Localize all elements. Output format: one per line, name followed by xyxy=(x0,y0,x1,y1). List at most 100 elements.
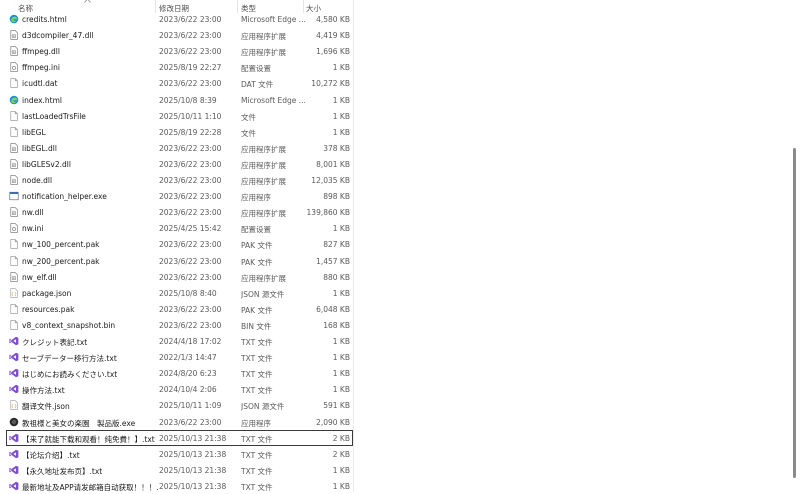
file-row[interactable]: resources.pak 2023/6/22 23:00 PAK 文件 6,048 … xyxy=(6,301,353,317)
dll-icon xyxy=(9,271,19,282)
file-row[interactable]: ffmpeg.ini 2025/8/19 22:27 配置设置 1 KB xyxy=(6,59,353,75)
file-size: 1 KB xyxy=(332,127,350,137)
file-modified-date: 2024/8/20 6:23 xyxy=(159,369,217,379)
file-name: credits.html xyxy=(22,15,67,24)
file-row[interactable]: はじめにお読みください.txt 2024/8/20 6:23 TXT 文件 1 KB xyxy=(6,365,353,381)
ini-icon xyxy=(9,62,19,72)
file-size: 1 KB xyxy=(332,224,350,234)
file-row[interactable]: 教祖様と美女の楽園 製品版.exe 2023/6/22 23:00 应用程序 2,09… xyxy=(6,414,353,430)
file-row[interactable]: v8_context_snapshot.bin 2023/6/22 23:00 BI… xyxy=(6,317,353,333)
file-icon xyxy=(9,304,19,314)
file-name: 最新地址及APP请发邮箱自动获取！！！... xyxy=(22,482,158,492)
file-modified-date: 2025/10/13 21:38 xyxy=(159,465,227,475)
file-modified-date: 2023/6/22 23:00 xyxy=(159,176,222,185)
file-size: 880 KB xyxy=(323,272,350,282)
file-name: icudtl.dat xyxy=(22,79,58,89)
file-size: 1 KB xyxy=(332,111,350,121)
file-modified-date: 2025/10/8 8:39 xyxy=(159,95,217,105)
file-row[interactable]: index.html 2025/10/8 8:39 Microsoft Edge .… xyxy=(6,92,353,108)
file-row[interactable]: セーブデーター移行方法.txt 2022/1/3 14:47 TXT 文件 1 KB xyxy=(6,349,353,365)
vs-icon xyxy=(9,465,19,475)
file-modified-date: 2025/10/8 8:40 xyxy=(159,288,217,298)
file-row[interactable]: nw_100_percent.pak 2023/6/22 23:00 PAK 文件 8… xyxy=(6,236,353,252)
file-size: 1,696 KB xyxy=(316,47,350,57)
file-size: 10,272 KB xyxy=(311,79,350,89)
file-modified-date: 2025/10/13 21:38 xyxy=(159,449,227,459)
file-modified-date: 2025/8/19 22:28 xyxy=(159,127,222,137)
file-modified-date: 2023/6/22 23:00 xyxy=(159,240,222,250)
file-size: 4,580 KB xyxy=(316,15,350,24)
file-modified-date: 2024/4/18 17:02 xyxy=(159,337,222,346)
scrollbar-thumb[interactable] xyxy=(793,148,796,478)
file-size: 1 KB xyxy=(332,63,350,73)
json-icon xyxy=(9,400,19,411)
file-row[interactable]: 【永久地址发布页】.txt 2025/10/13 21:38 TXT 文件 1 KB xyxy=(6,462,353,478)
dll-icon xyxy=(9,143,19,153)
dll-icon xyxy=(9,30,19,40)
file-name: nw_elf.dll xyxy=(22,272,57,282)
file-modified-date: 2022/1/3 14:47 xyxy=(159,353,217,363)
file-size: 168 KB xyxy=(323,320,350,330)
file-name: nw.dll xyxy=(22,208,44,218)
file-size: 1 KB xyxy=(332,337,350,346)
file-size: 1 KB xyxy=(332,481,350,491)
exe-icon xyxy=(9,191,19,201)
file-row[interactable]: 最新地址及APP请发邮箱自动获取！！！... 2025/10/13 21:38 TX… xyxy=(6,478,353,494)
file-row[interactable]: 【论坛介绍】.txt 2025/10/13 21:38 TXT 文件 2 KB xyxy=(6,446,353,462)
file-name: notification_helper.exe xyxy=(22,192,107,202)
file-row[interactable]: package.json 2025/10/8 8:40 JSON 源文件 1 KB xyxy=(6,285,353,301)
file-modified-date: 2023/6/22 23:00 xyxy=(159,208,222,218)
vertical-scrollbar[interactable] xyxy=(790,0,800,492)
file-row[interactable]: icudtl.dat 2023/6/22 23:00 DAT 文件 10,272 KB xyxy=(6,75,353,91)
file-row[interactable]: ffmpeg.dll 2023/6/22 23:00 应用程序扩展 1,696 KB xyxy=(6,43,353,59)
file-size: 827 KB xyxy=(323,240,350,250)
file-row[interactable]: クレジット表記.txt 2024/4/18 17:02 TXT 文件 1 KB xyxy=(6,333,353,349)
file-row[interactable]: 【来了就能下载和观看！纯免費！】.txt 2025/10/13 21:38 TXT … xyxy=(6,429,353,446)
file-row[interactable]: nw.dll 2023/6/22 23:00 应用程序扩展 139,860 KB xyxy=(6,204,353,220)
file-name: libEGL.dll xyxy=(22,143,57,153)
file-row[interactable]: libGLESv2.dll 2023/6/22 23:00 应用程序扩展 8,001 … xyxy=(6,156,353,172)
file-modified-date: 2023/6/22 23:00 xyxy=(159,256,222,266)
file-size: 1 KB xyxy=(332,385,350,395)
file-size: 139,860 KB xyxy=(306,208,350,218)
file-modified-date: 2024/10/4 2:06 xyxy=(159,385,217,395)
file-modified-date: 2023/6/22 23:00 xyxy=(159,304,222,314)
file-size: 1 KB xyxy=(332,369,350,379)
vs-icon xyxy=(9,449,19,459)
file-row[interactable]: libEGL 2025/8/19 22:28 文件 1 KB xyxy=(6,124,353,140)
file-name: 【来了就能下载和观看！纯免費！】.txt xyxy=(22,434,155,444)
file-modified-date: 2023/6/22 23:00 xyxy=(159,31,222,41)
file-name: ffmpeg.ini xyxy=(22,63,60,73)
file-icon xyxy=(9,320,19,330)
file-size: 4,419 KB xyxy=(316,31,350,41)
file-name: 【论坛介绍】.txt xyxy=(22,450,80,460)
file-row[interactable]: node.dll 2023/6/22 23:00 应用程序扩展 12,035 KB xyxy=(6,172,353,188)
file-row[interactable]: lastLoadedTrsFile 2025/10/11 1:10 文件 1 KB xyxy=(6,108,353,124)
file-modified-date: 2025/10/13 21:38 xyxy=(159,481,227,491)
file-row[interactable]: 操作方法.txt 2024/10/4 2:06 TXT 文件 1 KB xyxy=(6,381,353,397)
dll-icon xyxy=(9,207,19,217)
file-modified-date: 2023/6/22 23:00 xyxy=(159,47,222,57)
file-row[interactable]: libEGL.dll 2023/6/22 23:00 应用程序扩展 378 KB xyxy=(6,140,353,156)
file-row[interactable]: d3dcompiler_47.dll 2023/6/22 23:00 应用程序扩展 4… xyxy=(6,27,353,43)
file-size: 591 KB xyxy=(323,401,350,411)
file-modified-date: 2023/6/22 23:00 xyxy=(159,159,222,169)
file-modified-date: 2025/10/11 1:10 xyxy=(159,111,222,121)
file-modified-date: 2023/6/22 23:00 xyxy=(159,417,222,427)
file-icon xyxy=(9,110,19,121)
file-row[interactable]: nw.ini 2025/4/25 15:42 配置设置 1 KB xyxy=(6,220,353,236)
file-name: 操作方法.txt xyxy=(22,386,65,396)
file-row[interactable]: notification_helper.exe 2023/6/22 23:00 应用… xyxy=(6,188,353,204)
file-modified-date: 2023/6/22 23:00 xyxy=(159,320,222,330)
dll-icon xyxy=(9,159,19,169)
file-row[interactable]: 翻译文件.json 2025/10/11 1:09 JSON 源文件 591 KB xyxy=(6,397,353,413)
file-row[interactable]: nw_elf.dll 2023/6/22 23:00 应用程序扩展 880 KB xyxy=(6,269,353,285)
file-size: 8,001 KB xyxy=(316,159,350,169)
file-row[interactable]: nw_200_percent.pak 2023/6/22 23:00 PAK 文件 1… xyxy=(6,253,353,269)
column-divider xyxy=(353,0,354,492)
file-name: nw.ini xyxy=(22,224,44,234)
file-row[interactable]: credits.html 2023/6/22 23:00 Microsoft Edg… xyxy=(6,11,353,27)
file-name: 【永久地址发布页】.txt xyxy=(22,466,103,476)
file-modified-date: 2023/6/22 23:00 xyxy=(159,143,222,153)
file-name: index.html xyxy=(22,95,62,105)
